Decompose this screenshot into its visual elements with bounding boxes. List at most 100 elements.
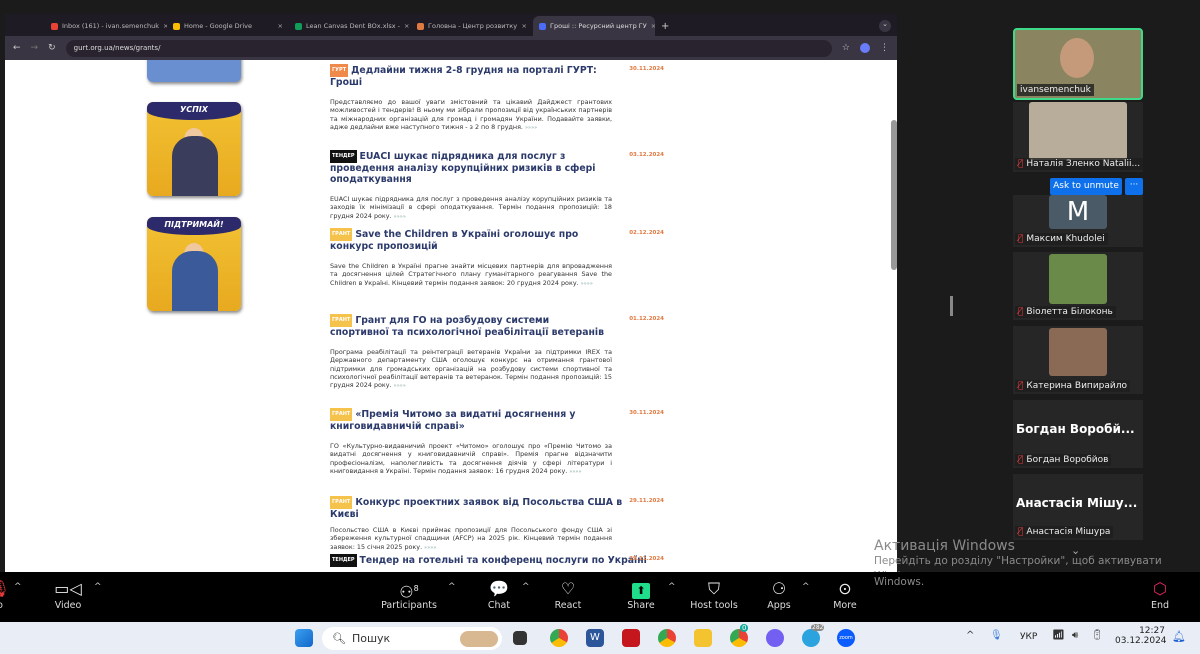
read-more-link[interactable]: »»»» [394,383,406,389]
task-view-icon[interactable] [513,631,527,645]
news-title-text[interactable]: Конкурс проектних заявок від Посольства … [330,497,622,520]
more-options-button[interactable]: ··· [1125,178,1143,195]
news-title[interactable]: ТЕНДЕР EUACI шукає підрядника для послуг … [330,150,610,185]
zoom-app-icon[interactable]: zoom [837,629,855,647]
host-tools-button[interactable]: ⛉ Host tools [679,578,749,611]
news-title-text[interactable]: «Премія Читомо за видатні досягнення у к… [330,409,576,432]
news-item: ГРАНТ Грант для ГО на розбудову системи с… [330,314,664,390]
profile-avatar[interactable] [860,43,870,53]
back-icon[interactable]: ← [13,43,21,53]
news-title-text[interactable]: Save the Children в Україні оголошує про… [330,229,578,252]
tab-drive[interactable]: Home - Google Drive × [167,16,289,36]
share-options-caret[interactable]: ^ [668,582,676,592]
end-meeting-button[interactable]: ⬡ End [1125,578,1195,611]
react-button[interactable]: ♡ React [533,578,603,611]
mic-location-icon[interactable]: 🎙︎ [990,630,1003,641]
news-title-text[interactable]: EUACI шукає підрядника для послуг з пров… [330,151,596,185]
more-button[interactable]: ⊙ More [810,578,880,611]
url-input[interactable]: gurt.org.ua/news/grants/ [65,39,832,57]
windows-start-icon[interactable] [295,629,313,647]
close-icon[interactable]: × [278,22,283,30]
file-explorer-icon[interactable] [694,629,712,647]
tab-sheets[interactable]: Lean Canvas Dent BOx.xlsx - × [289,16,411,36]
participants-icon: ⚇8 [399,582,419,602]
news-title[interactable]: ТЕНДЕР Тендер на готельні та конференц по… [330,554,670,567]
close-icon[interactable]: × [404,22,409,30]
word-icon[interactable]: W [586,629,604,647]
viber-icon[interactable] [766,629,784,647]
tab-search-icon[interactable]: ⌄ [879,20,891,32]
participant-tile[interactable]: 🎙̸ Наталія Зленко Natalii... [1013,102,1144,172]
participant-tile[interactable]: 🎙̸ Віолетта Білоконь [1013,252,1143,320]
participant-photo [1029,102,1127,160]
read-more-link[interactable]: »»»» [394,214,406,220]
acrobat-icon[interactable] [622,629,640,647]
participant-tile[interactable]: M 🎙̸ Максим Khudolei [1013,195,1143,247]
menu-icon[interactable]: ⋮ [880,43,889,53]
participant-tile[interactable]: 🎙̸ Катерина Випирайло [1013,326,1143,394]
chat-label: Chat [487,600,511,611]
new-tab-button[interactable]: + [655,16,675,36]
video-button[interactable]: ▭◁ Video [33,578,103,611]
read-more-link[interactable]: »»»» [569,469,581,475]
web-page: УСПІХ ПІДТРИМАЙ! ГУРТ Дедлайни тижня 2-8 … [5,60,897,572]
chrome-profile-icon[interactable]: 0 [730,624,749,647]
heart-icon: ♡ [560,579,576,598]
news-date: 03.12.2024 [629,152,664,158]
react-label: React [554,600,582,611]
participants-button[interactable]: ⚇8 Participants [374,578,444,611]
tab-home[interactable]: Головна - Центр розвитку × [411,16,533,36]
chrome-icon[interactable] [550,629,568,647]
audio-options-caret[interactable]: ^ [14,582,22,592]
taskbar-search-box[interactable]: 🔍︎ Пошук [322,627,502,650]
volume-icon[interactable]: 🔊︎ [1072,630,1078,641]
language-indicator[interactable]: УКР [1020,632,1037,642]
news-title-text[interactable]: Дедлайни тижня 2-8 грудня на порталі ГУР… [330,65,597,88]
read-more-link[interactable]: »»»» [581,281,593,287]
close-icon[interactable]: × [522,22,527,30]
forward-icon[interactable]: → [31,43,39,53]
video-options-caret[interactable]: ^ [94,582,102,592]
battery-icon[interactable]: 🔋︎ [1091,630,1104,641]
participant-name-text: ivansemenchuk [1020,85,1091,95]
read-more-link[interactable]: »»»» [424,545,436,551]
share-button[interactable]: ⬆ Share [606,578,676,611]
panel-resize-handle[interactable] [950,296,953,316]
news-title[interactable]: ГРАНТ Save the Children в Україні оголошу… [330,228,610,252]
poster-success[interactable]: УСПІХ [147,102,241,196]
tab-grants[interactable]: Гроші :: Ресурсний центр ГУ × [533,16,655,36]
reload-icon[interactable]: ↻ [48,43,56,53]
poster-image[interactable] [147,60,241,82]
participants-options-caret[interactable]: ^ [448,582,456,592]
page-scrollbar[interactable] [891,120,897,270]
show-hidden-icons-chevron[interactable]: ^ [966,630,974,641]
more-label: More [833,600,857,611]
participant-tile[interactable]: Богдан Воробй... 🎙̸ Богдан Воробйов [1013,400,1143,468]
notification-bell-icon[interactable]: 🔔︎ [1172,630,1186,643]
read-more-link[interactable]: »»»» [525,125,537,131]
clock-time: 12:27 [1139,626,1165,636]
tab-gmail[interactable]: Inbox (161) - ivan.semenchuk × [45,16,167,36]
news-title[interactable]: ГРАНТ Конкурс проектних заявок від Посоль… [330,496,630,520]
ask-to-unmute-button[interactable]: Ask to unmute [1050,178,1122,195]
participant-name-text: Максим Khudolei [1026,234,1105,244]
site-icon [417,22,424,30]
chrome-profile-icon[interactable] [658,629,676,647]
category-badge: ГРАНТ [330,314,353,327]
news-title[interactable]: ГРАНТ Грант для ГО на розбудову системи с… [330,314,610,338]
poster-support[interactable]: ПІДТРИМАЙ! [147,217,241,311]
news-title[interactable]: ГУРТ Дедлайни тижня 2-8 грудня на порталі… [330,64,610,88]
participant-name-text: Катерина Випирайло [1026,381,1128,391]
wifi-icon[interactable]: 📶︎ [1052,630,1065,641]
news-title-text[interactable]: Грант для ГО на розбудову системи спорти… [330,315,604,338]
participant-tile[interactable]: ivansemenchuk [1013,28,1143,100]
telegram-icon[interactable]: 282 [802,624,825,647]
apps-options-caret[interactable]: ^ [802,582,810,592]
news-title-text[interactable]: Тендер на готельні та конференц послуги … [360,555,647,566]
chat-options-caret[interactable]: ^ [522,582,530,592]
clock[interactable]: 12:27 03.12.2024 [1115,626,1167,646]
news-title[interactable]: ГРАНТ «Премія Читомо за видатні досягненн… [330,408,610,432]
news-summary: Посольство США в Києві приймає пропозиці… [330,526,612,551]
participant-tile[interactable]: Анастасія Мішу... 🎙̸ Анастасія Мішура [1013,474,1143,540]
bookmark-star-icon[interactable]: ☆ [842,43,850,53]
